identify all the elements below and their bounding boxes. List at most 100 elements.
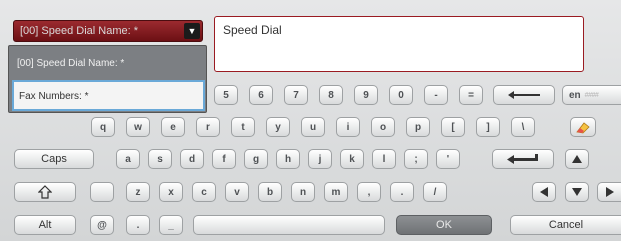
key-9[interactable]: 9 [354,85,378,105]
field-selector[interactable]: [00] Speed Dial Name: * ▼ [13,20,203,42]
key-z[interactable]: z [126,182,150,202]
key-label: v [234,186,240,198]
key-label: g [252,153,260,165]
key-label: 8 [328,89,334,101]
key-d[interactable]: d [180,149,204,169]
key-label: / [433,186,437,198]
arrow-right-key[interactable] [597,182,621,202]
space-key[interactable] [193,215,385,235]
ok-button[interactable]: OK [396,215,492,235]
arrow-down-key[interactable] [565,182,589,202]
key-s[interactable]: s [148,149,172,169]
key-o[interactable]: o [371,117,395,137]
key-minus[interactable]: - [424,85,448,105]
key-label: t [241,121,245,133]
cancel-button[interactable]: Cancel [510,215,621,235]
key-6[interactable]: 6 [249,85,273,105]
key-label: x [168,186,174,198]
text-input[interactable]: Speed Dial [214,16,584,72]
key-y[interactable]: y [266,117,290,137]
key-label: 9 [363,89,369,101]
key-x[interactable]: x [159,182,183,202]
key-left-bracket[interactable]: [ [441,117,465,137]
key-backslash[interactable]: \ [511,117,535,137]
key-label: l [382,153,386,165]
key-f[interactable]: f [212,149,236,169]
key-label: n [299,186,307,198]
language-key[interactable]: en #### [562,85,621,105]
enter-key[interactable] [492,149,554,169]
key-label: a [125,153,131,165]
dropdown-option-fax-numbers[interactable]: Fax Numbers: * [12,80,205,111]
key-label: z [135,186,141,198]
key-i[interactable]: i [336,117,360,137]
key-label: - [434,89,438,101]
key-a[interactable]: a [116,149,140,169]
eraser-key[interactable] [570,117,596,137]
key-label: k [349,153,355,165]
key-comma[interactable]: , [357,182,381,202]
arrow-up-icon [572,155,582,163]
key-label: j [318,153,322,165]
alt-label: Alt [38,219,52,231]
cancel-label: Cancel [548,219,584,231]
key-slash[interactable]: / [423,182,447,202]
key-q[interactable]: q [91,117,115,137]
backspace-key[interactable] [493,85,555,105]
key-k[interactable]: k [340,149,364,169]
key-semicolon[interactable]: ; [404,149,428,169]
alt-key[interactable]: Alt [14,215,76,235]
key-t[interactable]: t [231,117,255,137]
arrow-right-icon [605,187,614,197]
key-period[interactable]: . [390,182,414,202]
key-7[interactable]: 7 [284,85,308,105]
key-u[interactable]: u [301,117,325,137]
key-8[interactable]: 8 [319,85,343,105]
key-equals[interactable]: = [459,85,483,105]
key-r[interactable]: r [196,117,220,137]
key-h[interactable]: h [276,149,300,169]
blank-key[interactable] [90,182,114,202]
key-m[interactable]: m [324,182,348,202]
key-label: @ [97,219,107,231]
key-w[interactable]: w [126,117,150,137]
arrow-up-key[interactable] [565,149,589,169]
key-label: q [99,121,107,133]
at-key[interactable]: @ [90,215,114,235]
caps-label: Caps [41,153,67,165]
key-v[interactable]: v [225,182,249,202]
key-0[interactable]: 0 [389,85,413,105]
key-label: m [331,186,341,198]
key-label: h [284,153,292,165]
key-apostrophe[interactable]: ' [436,149,460,169]
key-label: 6 [258,89,264,101]
key-5[interactable]: 5 [214,85,238,105]
key-b[interactable]: b [258,182,282,202]
caps-key[interactable]: Caps [14,149,94,169]
text-input-value: Speed Dial [223,23,282,37]
key-label: 5 [223,89,229,101]
caret-down-icon[interactable]: ▼ [184,23,200,39]
key-p[interactable]: p [406,117,430,137]
key-label: f [222,153,226,165]
key-n[interactable]: n [291,182,315,202]
key-right-bracket[interactable]: ] [476,117,500,137]
underscore-key[interactable]: _ [159,215,183,235]
key-label: \ [521,121,525,133]
key-label: _ [168,219,174,231]
key-j[interactable]: j [308,149,332,169]
key-e[interactable]: e [161,117,185,137]
arrow-left-key[interactable] [532,182,556,202]
key-label: [ [451,121,455,133]
key-g[interactable]: g [244,149,268,169]
dot-key[interactable]: . [126,215,150,235]
key-c[interactable]: c [192,182,216,202]
key-label: = [468,89,474,101]
key-label: e [170,121,176,133]
key-label: . [136,219,140,231]
field-dropdown: [00] Speed Dial Name: * Fax Numbers: * [8,45,207,113]
dropdown-option-speed-dial-name[interactable]: [00] Speed Dial Name: * [9,48,206,80]
key-label: y [275,121,281,133]
key-l[interactable]: l [372,149,396,169]
shift-key[interactable] [14,182,76,202]
